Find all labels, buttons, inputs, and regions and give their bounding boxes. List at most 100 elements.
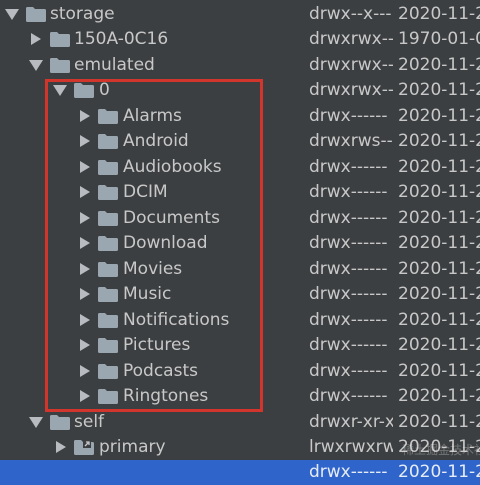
watermark: 稀土掘金技术社区 bbox=[402, 443, 480, 457]
folder-icon bbox=[98, 364, 118, 379]
folder-icon bbox=[74, 83, 94, 98]
folder-icon bbox=[98, 262, 118, 277]
tree-row-self[interactable]: self drwxr-xr-x 2020-11-2 bbox=[0, 410, 480, 435]
tree-row-0[interactable]: 0 drwxrwx--- 2020-11-2 bbox=[0, 78, 480, 103]
date-cell: 2020-11-2 bbox=[398, 4, 480, 24]
folder-icon bbox=[98, 134, 118, 149]
permissions-cell: drwx--x--- bbox=[309, 4, 392, 24]
chevron-down-icon[interactable] bbox=[53, 85, 67, 96]
folder-icon bbox=[98, 389, 118, 404]
folder-icon bbox=[98, 185, 118, 200]
tree-item-name: DCIM bbox=[123, 182, 168, 202]
date-cell: 1970-01-0 bbox=[398, 29, 480, 49]
tree-item-name: 0 bbox=[99, 80, 110, 100]
folder-link-icon bbox=[74, 440, 94, 455]
folder-icon bbox=[98, 160, 118, 175]
tree-item-name: Movies bbox=[123, 259, 183, 279]
date-cell: 2020-11-2 bbox=[398, 233, 480, 253]
tree-item-name: Audiobooks bbox=[123, 157, 222, 177]
tree-item-name: Android bbox=[123, 131, 189, 151]
tree-row-selected[interactable]: drwx------ 2020-11-2 bbox=[0, 460, 480, 485]
permissions-cell: lrwxrwxrwx bbox=[309, 437, 393, 457]
permissions-cell: drwx------ bbox=[309, 106, 388, 126]
folder-icon bbox=[50, 415, 70, 430]
tree-item-name: primary bbox=[99, 437, 166, 457]
tree-item-name: Notifications bbox=[123, 310, 230, 330]
chevron-right-icon[interactable] bbox=[80, 237, 90, 249]
chevron-right-icon[interactable] bbox=[80, 161, 90, 173]
tree-item-name: Alarms bbox=[123, 106, 182, 126]
folder-icon bbox=[26, 7, 46, 22]
date-cell: 2020-11-2 bbox=[398, 106, 480, 126]
date-cell: 2020-11-2 bbox=[398, 462, 480, 482]
folder-icon bbox=[50, 32, 70, 47]
permissions-cell: drwx------ bbox=[309, 259, 388, 279]
date-cell: 2020-11-2 bbox=[398, 131, 480, 151]
folder-icon bbox=[98, 313, 118, 328]
tree-row-notifications[interactable]: Notifications drwx------ 2020-11-2 bbox=[0, 308, 480, 333]
chevron-down-icon[interactable] bbox=[5, 9, 19, 20]
chevron-down-icon[interactable] bbox=[29, 60, 43, 71]
date-cell: 2020-11-2 bbox=[398, 55, 480, 75]
permissions-cell: drwxrwx--- bbox=[309, 80, 393, 100]
tree-item-name: self bbox=[74, 412, 105, 432]
tree-row-download[interactable]: Download drwx------ 2020-11-2 bbox=[0, 231, 480, 256]
permissions-cell: drwx------ bbox=[309, 284, 388, 304]
chevron-right-icon[interactable] bbox=[80, 390, 90, 402]
tree-row-documents[interactable]: Documents drwx------ 2020-11-2 bbox=[0, 206, 480, 231]
chevron-down-icon[interactable] bbox=[29, 417, 43, 428]
chevron-right-icon[interactable] bbox=[80, 212, 90, 224]
tree-row-audiobooks[interactable]: Audiobooks drwx------ 2020-11-2 bbox=[0, 155, 480, 180]
permissions-cell: drwx------ bbox=[309, 157, 388, 177]
tree-row-dcim[interactable]: DCIM drwx------ 2020-11-2 bbox=[0, 180, 480, 205]
permissions-cell: drwx------ bbox=[309, 208, 388, 228]
date-cell: 2020-11-2 bbox=[398, 80, 480, 100]
permissions-cell: drwx------ bbox=[309, 335, 388, 355]
chevron-right-icon[interactable] bbox=[80, 339, 90, 351]
folder-icon bbox=[98, 211, 118, 226]
tree-item-name: 150A-0C16 bbox=[74, 29, 169, 49]
date-cell: 2020-11-2 bbox=[398, 208, 480, 228]
folder-icon bbox=[98, 236, 118, 251]
date-cell: 2020-11-2 bbox=[398, 412, 480, 432]
tree-item-name: Pictures bbox=[123, 335, 191, 355]
permissions-cell: drwx------ bbox=[309, 462, 388, 482]
permissions-cell: drwxrwx--- bbox=[309, 29, 393, 49]
tree-item-name: Documents bbox=[123, 208, 220, 228]
folder-icon bbox=[98, 109, 118, 124]
date-cell: 2020-11-2 bbox=[398, 386, 480, 406]
tree-row-emulated[interactable]: emulated drwxrwx--- 2020-11-2 bbox=[0, 53, 480, 78]
chevron-right-icon[interactable] bbox=[80, 110, 90, 122]
chevron-right-icon[interactable] bbox=[80, 314, 90, 326]
tree-item-name: storage bbox=[50, 4, 115, 24]
chevron-right-icon[interactable] bbox=[80, 263, 90, 275]
chevron-right-icon[interactable] bbox=[80, 135, 90, 147]
tree-row-android[interactable]: Android drwxrws--- 2020-11-2 bbox=[0, 129, 480, 154]
folder-icon bbox=[98, 338, 118, 353]
chevron-right-icon[interactable] bbox=[80, 365, 90, 377]
date-cell: 2020-11-2 bbox=[398, 182, 480, 202]
chevron-right-icon[interactable] bbox=[56, 441, 66, 453]
date-cell: 2020-11-2 bbox=[398, 361, 480, 381]
chevron-right-icon[interactable] bbox=[80, 186, 90, 198]
tree-row-music[interactable]: Music drwx------ 2020-11-2 bbox=[0, 282, 480, 307]
tree-item-name: Ringtones bbox=[123, 386, 209, 406]
permissions-cell: drwx------ bbox=[309, 182, 388, 202]
tree-row-alarms[interactable]: Alarms drwx------ 2020-11-2 bbox=[0, 104, 480, 129]
folder-icon bbox=[98, 287, 118, 302]
tree-row-storage[interactable]: storage drwx--x--- 2020-11-2 bbox=[0, 2, 480, 27]
tree-item-name: Podcasts bbox=[123, 361, 198, 381]
tree-row-pictures[interactable]: Pictures drwx------ 2020-11-2 bbox=[0, 333, 480, 358]
permissions-cell: drwxrwx--- bbox=[309, 55, 393, 75]
chevron-right-icon[interactable] bbox=[80, 288, 90, 300]
device-file-tree: storage drwx--x--- 2020-11-2 150A-0C16 d… bbox=[0, 0, 480, 485]
tree-row-150a-0c16[interactable]: 150A-0C16 drwxrwx--- 1970-01-0 bbox=[0, 27, 480, 52]
chevron-right-icon[interactable] bbox=[31, 33, 41, 45]
tree-row-podcasts[interactable]: Podcasts drwx------ 2020-11-2 bbox=[0, 359, 480, 384]
date-cell: 2020-11-2 bbox=[398, 335, 480, 355]
tree-item-name: emulated bbox=[74, 55, 155, 75]
tree-row-ringtones[interactable]: Ringtones drwx------ 2020-11-2 bbox=[0, 384, 480, 409]
tree-row-movies[interactable]: Movies drwx------ 2020-11-2 bbox=[0, 257, 480, 282]
date-cell: 2020-11-2 bbox=[398, 284, 480, 304]
permissions-cell: drwxr-xr-x bbox=[309, 412, 393, 432]
